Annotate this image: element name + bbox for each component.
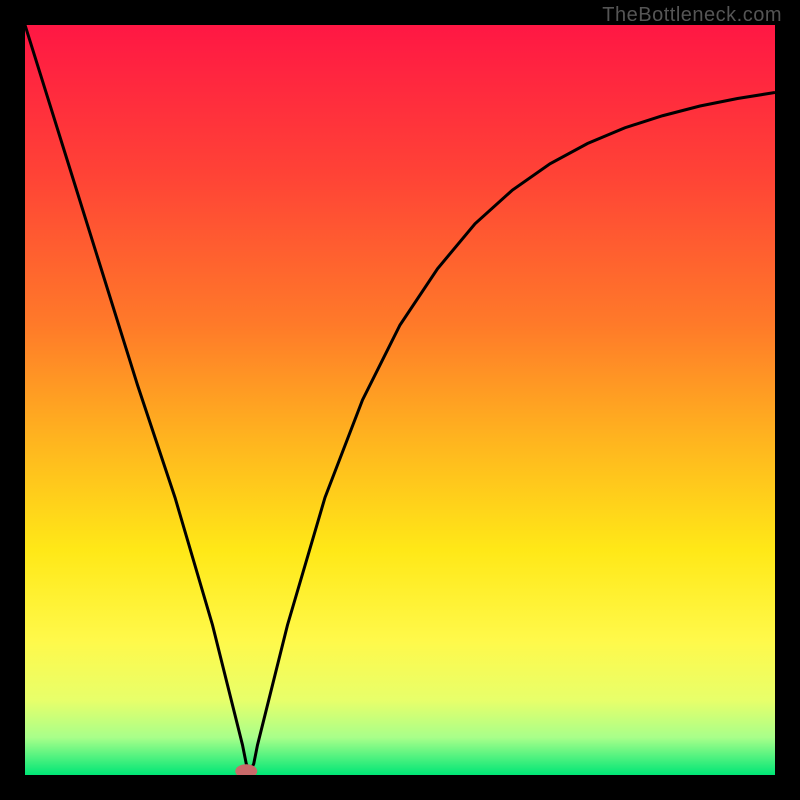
watermark-text: TheBottleneck.com (602, 4, 782, 27)
chart-svg (25, 25, 775, 775)
gradient-rect (25, 25, 775, 775)
chart-container (25, 25, 775, 775)
